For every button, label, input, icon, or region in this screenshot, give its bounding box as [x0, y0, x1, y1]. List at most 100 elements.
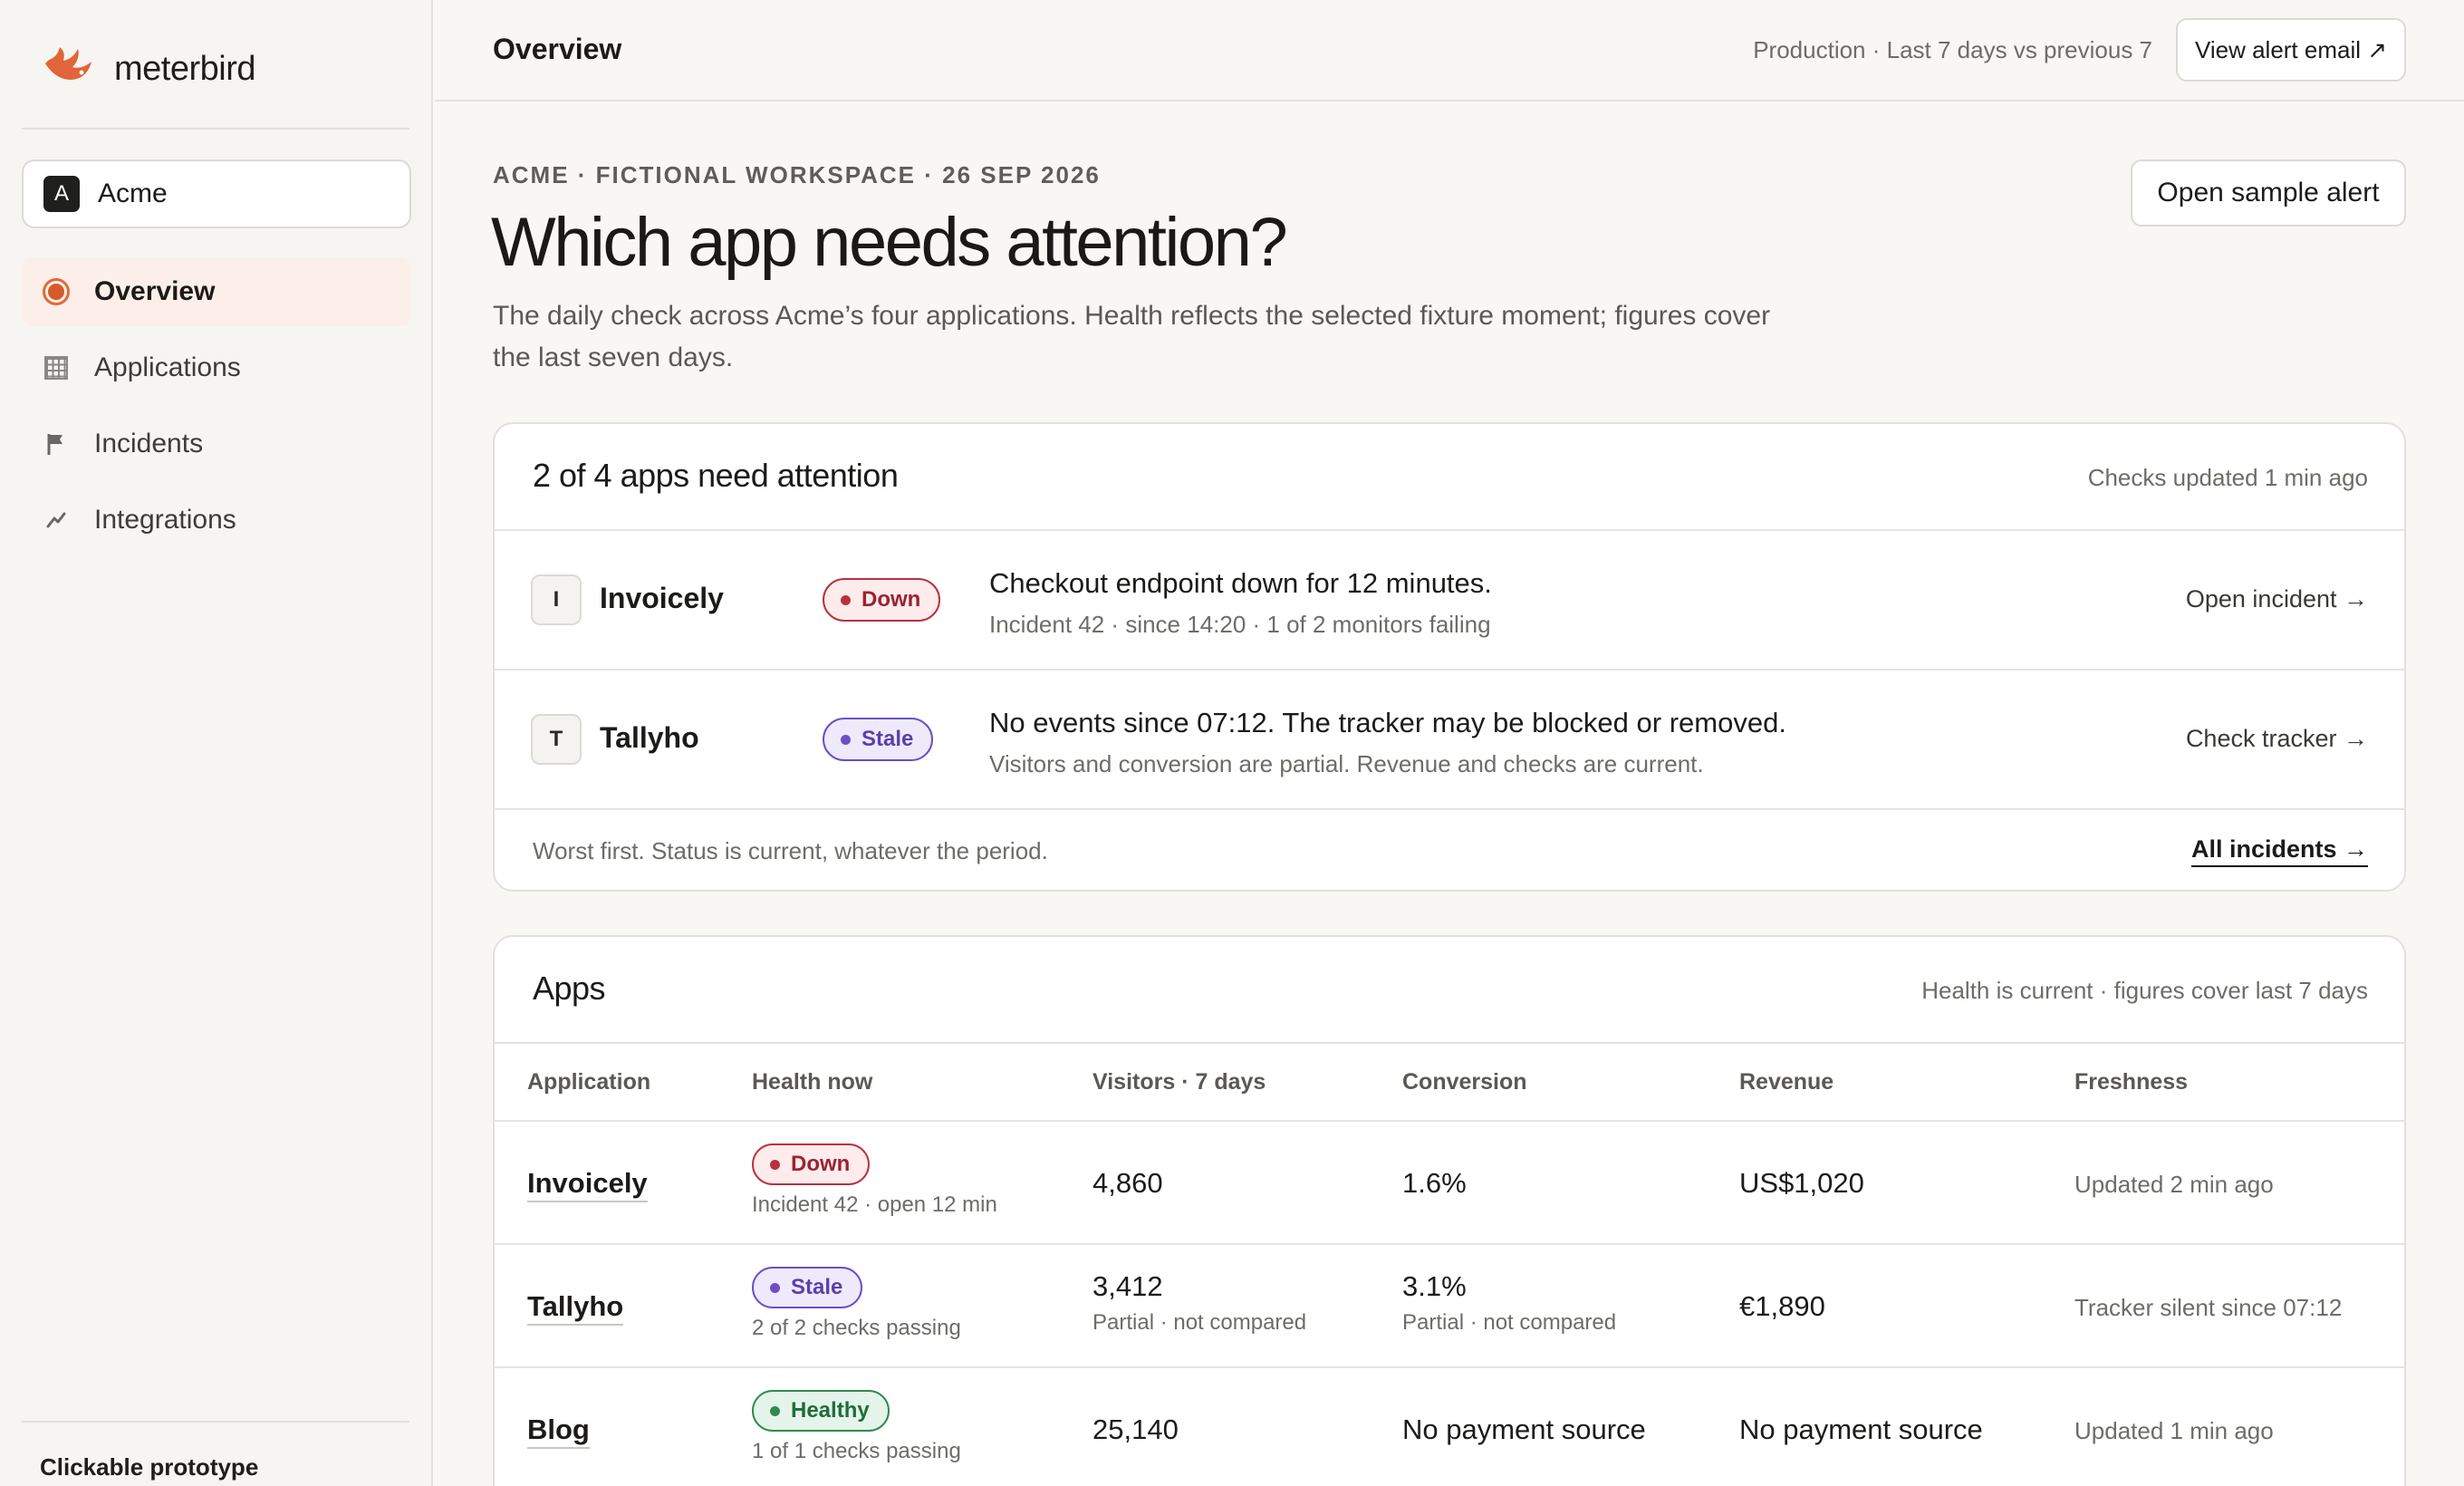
attention-footer: Worst first. Status is current, whatever…: [495, 810, 2404, 890]
view-alert-email-button[interactable]: View alert email ↗: [2176, 18, 2406, 82]
app-name: Tallyho: [600, 721, 699, 754]
freshness-value: Updated 2 min ago: [2074, 1171, 2274, 1198]
apps-title: Apps: [533, 970, 606, 1007]
sidebar-nav: Overview Applications Incidents Integrat…: [22, 257, 411, 562]
open-incident-link[interactable]: Open incident →: [2186, 585, 2368, 613]
sidebar-item-incidents[interactable]: Incidents: [22, 410, 411, 478]
brand[interactable]: meterbird: [42, 43, 256, 94]
conversion-value: 1.6%: [1402, 1167, 1467, 1199]
attention-headline: Checkout endpoint down for 12 minutes.: [989, 567, 1492, 599]
conversion-note: Partial · not compared: [1402, 1310, 1617, 1335]
status-dot-icon: [841, 594, 851, 605]
visitors-value: 25,140: [1092, 1414, 1179, 1445]
sidebar-item-label: Integrations: [94, 505, 236, 535]
attention-row-invoicely: I Invoicely Down Checkout endpoint down …: [495, 531, 2404, 671]
sidebar-item-label: Incidents: [94, 429, 204, 458]
sidebar-item-label: Overview: [94, 276, 216, 306]
sidebar-item-overview[interactable]: Overview: [22, 257, 411, 326]
app-name-link[interactable]: Invoicely: [527, 1167, 648, 1202]
app-name-link[interactable]: Tallyho: [527, 1290, 624, 1326]
status-label: Stale: [861, 727, 914, 751]
column-header[interactable]: Application: [527, 1069, 650, 1095]
attention-title: 2 of 4 apps need attention: [533, 457, 899, 494]
conversion-value: 3.1%: [1402, 1270, 1467, 1302]
status-badge: Stale: [752, 1267, 863, 1308]
column-header[interactable]: Conversion: [1402, 1069, 1527, 1095]
column-header[interactable]: Revenue: [1739, 1069, 1834, 1095]
status-label: Healthy: [791, 1398, 870, 1423]
column-header[interactable]: Health now: [752, 1069, 872, 1095]
apps-table-header: Application Health now Visitors · 7 days…: [495, 1044, 2404, 1122]
column-header[interactable]: Freshness: [2074, 1069, 2188, 1095]
revenue-value: €1,890: [1739, 1290, 1825, 1322]
workspace-eyebrow: ACME · FICTIONAL WORKSPACE · 26 SEP 2026: [493, 161, 1101, 188]
status-label: Down: [861, 587, 921, 612]
health-detail: 1 of 1 checks passing: [752, 1439, 961, 1463]
conversion-value: No payment source: [1402, 1414, 1646, 1445]
sidebar-item-integrations[interactable]: Integrations: [22, 486, 411, 555]
health-cell: Down Incident 42 · open 12 min: [752, 1143, 997, 1218]
revenue-value: No payment source: [1739, 1414, 1983, 1445]
status-dot-icon: [770, 1405, 780, 1416]
period-context: Production · Last 7 days vs previous 7: [1753, 36, 2152, 63]
table-row[interactable]: Blog Healthy 1 of 1 checks passing 25,14…: [495, 1368, 2404, 1486]
health-cell: Stale 2 of 2 checks passing: [752, 1267, 961, 1341]
sidebar-item-applications[interactable]: Applications: [22, 333, 411, 402]
status-badge: Down: [823, 578, 941, 622]
column-header[interactable]: Visitors · 7 days: [1092, 1069, 1266, 1095]
apps-meta: Health is current · figures cover last 7…: [1921, 977, 2368, 1004]
status-dot-icon: [841, 734, 851, 745]
attention-card-header: 2 of 4 apps need attention Checks update…: [495, 424, 2404, 531]
check-tracker-link[interactable]: Check tracker →: [2186, 725, 2368, 753]
conversion-cell: 3.1% Partial · not compared: [1402, 1270, 1616, 1336]
visitors-value: 3,412: [1092, 1270, 1163, 1302]
sidebar-item-label: Applications: [94, 352, 241, 382]
status-badge: Healthy: [752, 1390, 890, 1432]
attention-detail: Visitors and conversion are partial. Rev…: [989, 750, 1704, 777]
status-dot-icon: [770, 1282, 780, 1293]
workspace-avatar: A: [43, 176, 80, 212]
open-sample-alert-button[interactable]: Open sample alert: [2131, 159, 2406, 227]
attention-detail: Incident 42 · since 14:20 · 1 of 2 monit…: [989, 611, 1491, 638]
health-cell: Healthy 1 of 1 checks passing: [752, 1390, 961, 1464]
brand-name: meterbird: [114, 49, 256, 88]
flag-icon: [42, 429, 71, 458]
status-badge: Stale: [823, 718, 934, 761]
status-badge: Down: [752, 1143, 871, 1185]
target-icon: [42, 277, 71, 306]
checks-updated: Checks updated 1 min ago: [2087, 464, 2368, 491]
sidebar-footer: Clickable prototype: [40, 1453, 259, 1481]
table-row[interactable]: Invoicely Down Incident 42 · open 12 min…: [495, 1122, 2404, 1245]
freshness-value: Tracker silent since 07:12: [2074, 1294, 2343, 1321]
visitors-cell: 3,412 Partial · not compared: [1092, 1270, 1306, 1336]
freshness-value: Updated 1 min ago: [2074, 1417, 2274, 1444]
apps-card: Apps Health is current · figures cover l…: [493, 935, 2406, 1486]
page-heading: Overview: [493, 33, 622, 65]
attention-card: 2 of 4 apps need attention Checks update…: [493, 422, 2406, 892]
workspace-name: Acme: [98, 179, 168, 208]
app-name: Invoicely: [600, 582, 724, 614]
all-incidents-link[interactable]: All incidents →: [2190, 835, 2368, 867]
plug-icon: [42, 506, 71, 535]
app-initial-badge: T: [531, 714, 582, 765]
page-subtitle: The daily check across Acme’s four appli…: [493, 301, 1771, 372]
attention-footer-note: Worst first. Status is current, whatever…: [533, 837, 1048, 864]
app-initial-badge: I: [531, 574, 582, 625]
health-detail: 2 of 2 checks passing: [752, 1316, 961, 1340]
grid-icon: [42, 353, 71, 382]
visitors-value: 4,860: [1092, 1167, 1163, 1199]
workspace-switcher[interactable]: A Acme: [22, 159, 411, 228]
table-row[interactable]: Tallyho Stale 2 of 2 checks passing 3,41…: [495, 1245, 2404, 1368]
status-dot-icon: [770, 1159, 780, 1170]
meterbird-logo-icon: [45, 47, 91, 80]
attention-row-tallyho: T Tallyho Stale No events since 07:12. T…: [495, 671, 2404, 810]
sidebar-divider: [22, 128, 409, 130]
sidebar-divider: [22, 1421, 409, 1423]
health-detail: Incident 42 · open 12 min: [752, 1192, 997, 1217]
app-name-link[interactable]: Blog: [527, 1414, 590, 1449]
apps-card-header: Apps Health is current · figures cover l…: [495, 937, 2404, 1044]
sidebar: meterbird A Acme Overview Applications I…: [0, 0, 433, 1486]
topbar: Overview Production · Last 7 days vs pre…: [435, 0, 2464, 101]
status-label: Down: [791, 1152, 851, 1176]
attention-headline: No events since 07:12. The tracker may b…: [989, 707, 1786, 738]
